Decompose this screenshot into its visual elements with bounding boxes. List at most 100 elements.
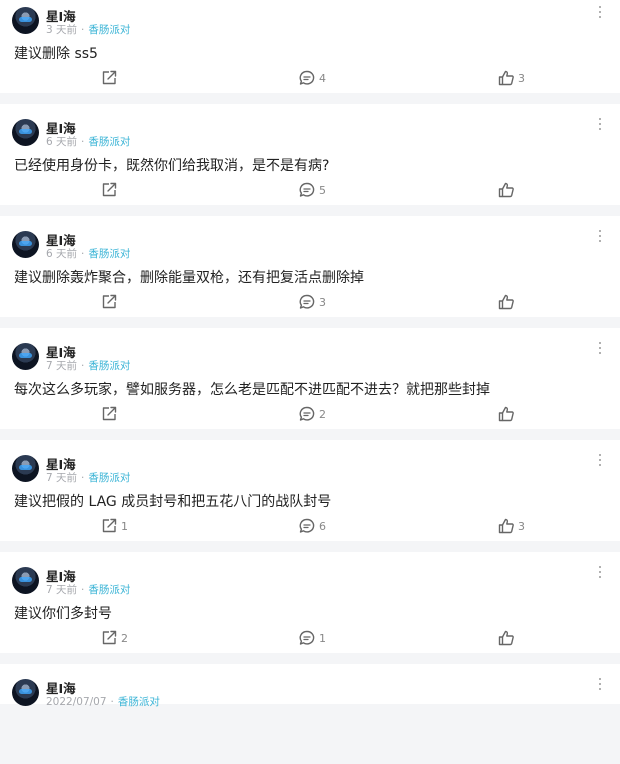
more-options-icon[interactable] xyxy=(598,566,602,580)
share-icon xyxy=(100,629,118,647)
share-count: 1 xyxy=(121,519,128,533)
more-options-icon[interactable] xyxy=(598,6,602,20)
post-meta: 3 天前 · 香肠派对 xyxy=(46,24,131,36)
share-button[interactable]: 1 xyxy=(100,516,128,536)
like-count: 3 xyxy=(518,519,525,533)
comment-count: 4 xyxy=(319,71,326,85)
post-time: 6 天前 xyxy=(46,248,78,260)
like-button[interactable]: 3 xyxy=(497,68,525,88)
share-icon xyxy=(100,405,118,423)
circle-link[interactable]: 香肠派对 xyxy=(88,136,130,148)
more-options-icon[interactable] xyxy=(598,342,602,356)
post-actions: 4 3 xyxy=(0,68,620,88)
comment-count: 3 xyxy=(319,295,326,309)
post-time: 6 天前 xyxy=(46,136,78,148)
avatar[interactable] xyxy=(12,567,39,594)
like-icon xyxy=(497,629,515,647)
circle-link[interactable]: 香肠派对 xyxy=(88,24,130,36)
post-card[interactable]: 星I海 3 天前 · 香肠派对 建议删除 ss5 4 3 xyxy=(0,0,620,93)
post-meta: 2022/07/07 · 香肠派对 xyxy=(46,696,160,708)
like-button[interactable]: 3 xyxy=(497,516,525,536)
post-meta: 7 天前 · 香肠派对 xyxy=(46,584,131,596)
comment-icon xyxy=(298,181,316,199)
avatar[interactable] xyxy=(12,7,39,34)
share-button[interactable] xyxy=(100,180,121,200)
like-icon xyxy=(497,293,515,311)
post-content[interactable]: 建议把假的 LAG 成员封号和把五花八门的战队封号 xyxy=(14,491,331,511)
share-button[interactable] xyxy=(100,68,121,88)
post-actions: 3 xyxy=(0,292,620,312)
post-time: 7 天前 xyxy=(46,584,78,596)
post-meta: 6 天前 · 香肠派对 xyxy=(46,136,131,148)
comment-button[interactable]: 5 xyxy=(298,180,326,200)
post-card[interactable]: 星I海 2022/07/07 · 香肠派对 xyxy=(0,664,620,708)
post-time: 2022/07/07 xyxy=(46,696,107,708)
comment-count: 2 xyxy=(319,407,326,421)
share-button[interactable]: 2 xyxy=(100,628,128,648)
post-card[interactable]: 星I海 6 天前 · 香肠派对 已经使用身份卡，既然你们给我取消，是不是有病? 5 xyxy=(0,104,620,205)
post-card[interactable]: 星I海 6 天前 · 香肠派对 建议删除轰炸聚合，删除能量双枪，还有把复活点删除掉 … xyxy=(0,216,620,317)
post-meta: 6 天前 · 香肠派对 xyxy=(46,248,131,260)
avatar[interactable] xyxy=(12,119,39,146)
post-time: 7 天前 xyxy=(46,360,78,372)
comment-button[interactable]: 1 xyxy=(298,628,326,648)
post-actions: 5 xyxy=(0,180,620,200)
post-content[interactable]: 建议删除 ss5 xyxy=(14,43,98,63)
more-options-icon[interactable] xyxy=(598,678,602,692)
share-icon xyxy=(100,181,118,199)
post-card[interactable]: 星I海 7 天前 · 香肠派对 建议你们多封号 2 1 xyxy=(0,552,620,653)
like-icon xyxy=(497,69,515,87)
post-meta: 7 天前 · 香肠派对 xyxy=(46,360,131,372)
comment-button[interactable]: 4 xyxy=(298,68,326,88)
share-button[interactable] xyxy=(100,404,121,424)
like-button[interactable] xyxy=(497,404,518,424)
comment-count: 5 xyxy=(319,183,326,197)
post-actions: 2 1 xyxy=(0,628,620,648)
avatar[interactable] xyxy=(12,679,39,706)
post-card[interactable]: 星I海 7 天前 · 香肠派对 建议把假的 LAG 成员封号和把五花八门的战队封号 … xyxy=(0,440,620,541)
post-content[interactable]: 建议你们多封号 xyxy=(14,603,112,623)
post-actions: 1 6 3 xyxy=(0,516,620,536)
share-icon xyxy=(100,293,118,311)
comment-button[interactable]: 3 xyxy=(298,292,326,312)
share-icon xyxy=(100,69,118,87)
share-button[interactable] xyxy=(100,292,121,312)
comment-icon xyxy=(298,517,316,535)
share-count: 2 xyxy=(121,631,128,645)
post-content[interactable]: 每次这么多玩家，譬如服务器，怎么老是匹配不进匹配不进去？就把那些封掉 xyxy=(14,379,490,399)
like-count: 3 xyxy=(518,71,525,85)
like-button[interactable] xyxy=(497,628,518,648)
circle-link[interactable]: 香肠派对 xyxy=(88,360,130,372)
like-icon xyxy=(497,181,515,199)
like-button[interactable] xyxy=(497,180,518,200)
comment-icon xyxy=(298,69,316,87)
comment-count: 6 xyxy=(319,519,326,533)
post-content[interactable]: 已经使用身份卡，既然你们给我取消，是不是有病? xyxy=(14,155,329,175)
comment-icon xyxy=(298,629,316,647)
circle-link[interactable]: 香肠派对 xyxy=(88,584,130,596)
circle-link[interactable]: 香肠派对 xyxy=(88,248,130,260)
avatar[interactable] xyxy=(12,455,39,482)
comment-count: 1 xyxy=(319,631,326,645)
comment-button[interactable]: 2 xyxy=(298,404,326,424)
more-options-icon[interactable] xyxy=(598,118,602,132)
post-content[interactable]: 建议删除轰炸聚合，删除能量双枪，还有把复活点删除掉 xyxy=(14,267,364,287)
circle-link[interactable]: 香肠派对 xyxy=(88,472,130,484)
share-icon xyxy=(100,517,118,535)
like-icon xyxy=(497,405,515,423)
comment-icon xyxy=(298,405,316,423)
more-options-icon[interactable] xyxy=(598,454,602,468)
avatar[interactable] xyxy=(12,343,39,370)
post-time: 7 天前 xyxy=(46,472,78,484)
more-options-icon[interactable] xyxy=(598,230,602,244)
avatar[interactable] xyxy=(12,231,39,258)
post-meta: 7 天前 · 香肠派对 xyxy=(46,472,131,484)
post-feed: 星I海 3 天前 · 香肠派对 建议删除 ss5 4 3 星I海 6 天前 · 香肠派对… xyxy=(0,0,620,708)
like-icon xyxy=(497,517,515,535)
like-button[interactable] xyxy=(497,292,518,312)
post-actions: 2 xyxy=(0,404,620,424)
post-card[interactable]: 星I海 7 天前 · 香肠派对 每次这么多玩家，譬如服务器，怎么老是匹配不进匹配不进… xyxy=(0,328,620,429)
circle-link[interactable]: 香肠派对 xyxy=(118,696,160,708)
comment-icon xyxy=(298,293,316,311)
comment-button[interactable]: 6 xyxy=(298,516,326,536)
